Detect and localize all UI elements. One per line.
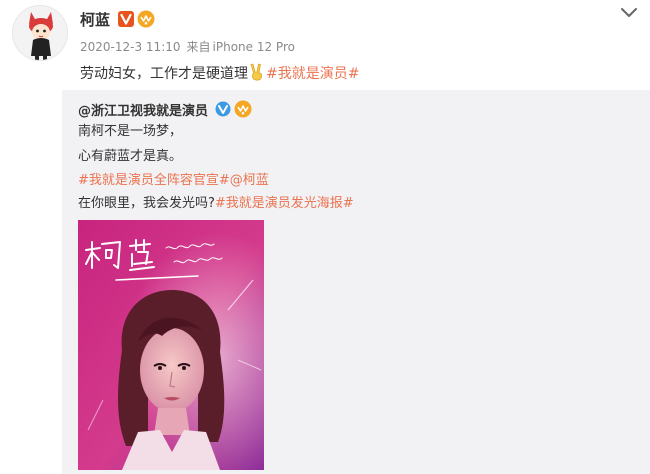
repost-box: @浙江卫视我就是演员 南柯不是一场梦， 心有蔚蓝才是真。 #我就是演员全阵容官宣… bbox=[62, 90, 650, 474]
repost-line-4: 在你眼里，我会发光吗?#我就是演员发光海报# bbox=[78, 195, 354, 213]
repost-mention[interactable]: @柯蓝 bbox=[230, 173, 269, 188]
avatar[interactable] bbox=[12, 5, 68, 61]
source-device: iPhone 12 Pro bbox=[212, 40, 295, 54]
repost-hashtag-poster[interactable]: #我就是演员发光海报# bbox=[215, 196, 354, 211]
victory-hand-emoji-icon bbox=[250, 63, 263, 81]
post-body: 劳动妇女，工作才是硬道理 bbox=[80, 66, 248, 82]
repost-line-2: 心有蔚蓝才是真。 bbox=[78, 149, 183, 164]
vip-badge-icon[interactable] bbox=[137, 10, 155, 28]
post-text: 劳动妇女，工作才是硬道理 #我就是演员# bbox=[80, 63, 359, 84]
repost-line-1: 南柯不是一场梦， bbox=[78, 124, 183, 139]
blue-verified-badge-icon bbox=[215, 101, 231, 117]
post-meta: 2020-12-3 11:10 来自 iPhone 12 Pro bbox=[80, 38, 301, 55]
avatar-illustration-icon bbox=[13, 6, 67, 60]
repost-author[interactable]: @浙江卫视我就是演员 bbox=[78, 100, 208, 119]
poster-illustration bbox=[78, 220, 264, 470]
source-prefix: 来自 bbox=[186, 40, 211, 54]
repost-hashtag-lineup[interactable]: #我就是演员全阵容官宣# bbox=[78, 173, 230, 188]
poster-image[interactable] bbox=[78, 220, 264, 470]
post-timestamp[interactable]: 2020-12-3 11:10 bbox=[80, 40, 181, 54]
verified-badge-icon bbox=[118, 11, 134, 27]
chevron-down-icon[interactable] bbox=[620, 6, 638, 20]
post-hashtag[interactable]: #我就是演员# bbox=[266, 66, 359, 82]
author-name[interactable]: 柯蓝 bbox=[80, 9, 110, 30]
repost-line-3: #我就是演员全阵容官宣#@柯蓝 bbox=[78, 172, 269, 190]
weibo-post-card: 柯蓝 2020-12-3 11:10 来自 iPhone 12 Pro 劳动妇女，工… bbox=[0, 0, 650, 474]
repost-question: 在你眼里，我会发光吗? bbox=[78, 196, 215, 211]
repost-vip-badge-icon[interactable] bbox=[234, 100, 252, 118]
